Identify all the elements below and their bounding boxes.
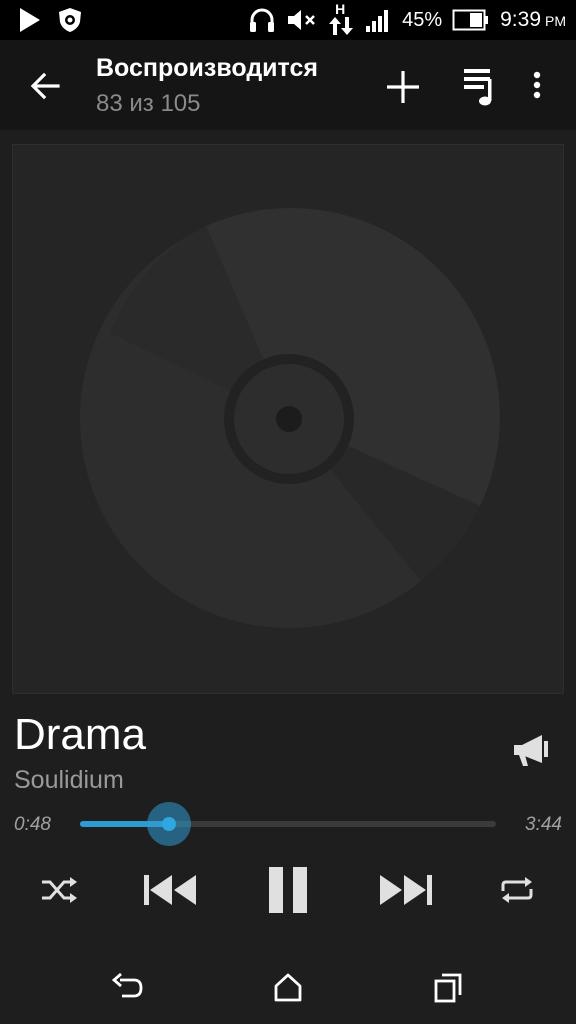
track-title: Drama [14, 710, 147, 759]
network-type-label: H [335, 1, 346, 17]
shuffle-icon [42, 877, 77, 903]
battery-percent: 45% [402, 8, 443, 31]
system-nav-bar [0, 950, 576, 1024]
volume-muted-icon [288, 10, 315, 30]
skip-next-icon [380, 875, 432, 905]
shuffle-button[interactable] [36, 860, 82, 920]
data-arrows-icon [329, 17, 354, 35]
repeat-button[interactable] [494, 860, 540, 920]
clock-ampm: PM [545, 13, 566, 29]
queue-position: 83 из 105 [96, 90, 201, 117]
nav-recents-button[interactable] [428, 970, 468, 1006]
headphones-icon [250, 8, 275, 32]
elapsed-time: 0:48 [14, 814, 51, 835]
security-shield-icon [59, 8, 81, 32]
app-bar: Воспроизводится 83 из 105 [0, 40, 576, 130]
queue-music-icon [464, 69, 492, 106]
battery-icon [452, 9, 489, 31]
previous-button[interactable] [138, 860, 202, 920]
nav-home-icon [274, 973, 302, 1002]
data-indicator: H [328, 1, 354, 35]
disc-placeholder-icon [80, 207, 500, 628]
clock: 9:39 PM [500, 8, 566, 32]
total-duration: 3:44 [525, 814, 562, 835]
signal-icon [366, 10, 389, 32]
status-bar-left [18, 6, 84, 34]
back-button[interactable] [24, 64, 68, 108]
play-store-icon [20, 8, 40, 32]
next-button[interactable] [374, 860, 438, 920]
queue-button[interactable] [460, 64, 500, 110]
more-options-button[interactable] [522, 64, 552, 110]
nav-back-icon [111, 972, 143, 998]
announce-button[interactable] [508, 728, 554, 774]
pause-button[interactable] [258, 860, 318, 920]
arrow-back-icon [30, 72, 60, 100]
pause-icon [269, 867, 307, 913]
nav-home-button[interactable] [268, 970, 308, 1006]
megaphone-icon [514, 735, 548, 766]
track-artist: Soulidium [14, 766, 124, 794]
clock-time: 9:39 [500, 8, 541, 31]
status-bar: H 45% 9:39 PM [0, 0, 576, 40]
plus-icon [387, 71, 419, 103]
nav-recents-icon [434, 973, 462, 1003]
add-to-playlist-button[interactable] [380, 64, 426, 110]
playback-controls [0, 860, 576, 920]
more-vert-icon [533, 71, 541, 99]
seek-thumb[interactable] [162, 817, 177, 831]
page-title: Воспроизводится [96, 54, 318, 82]
nav-back-button[interactable] [108, 970, 148, 1006]
repeat-icon [501, 877, 533, 903]
seek-bar[interactable] [80, 802, 496, 846]
status-bar-right: H 45% 9:39 PM [248, 1, 566, 35]
skip-previous-icon [144, 875, 196, 905]
album-art [12, 144, 564, 694]
